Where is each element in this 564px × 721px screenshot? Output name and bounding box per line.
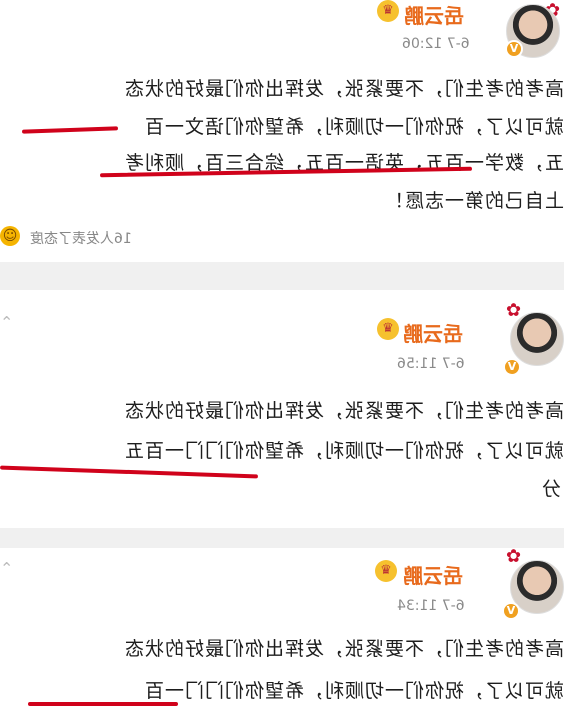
- flower-icon: ✿: [506, 546, 522, 567]
- avatar[interactable]: [510, 312, 564, 366]
- post-text-line: 就可以了，祝你们一切顺利，希望你们门门一百五: [123, 440, 564, 462]
- post-text-line: 就可以了，祝你们一切顺利，希望你们门门一百: [143, 680, 564, 702]
- crown-icon: ♛: [377, 318, 399, 340]
- chevron-down-icon[interactable]: ⌄: [0, 558, 13, 577]
- crown-icon: ♛: [375, 560, 397, 582]
- verified-badge-icon: V: [503, 358, 521, 376]
- post-divider: [0, 528, 564, 548]
- post-text-line: 上自己的第一志愿！: [383, 190, 564, 212]
- verified-badge-icon: V: [502, 602, 520, 620]
- post-text-line: 高考的考生们，不要紧张，发挥出你们最好的状态: [123, 638, 564, 660]
- post-text-line: 高考的考生们，不要紧张，发挥出你们最好的状态: [123, 400, 564, 422]
- crown-icon: ♛: [377, 0, 399, 22]
- username[interactable]: 岳云鹏: [403, 560, 463, 589]
- post-text-line: 高考的考生们，不要紧张，发挥出你们最好的状态: [123, 78, 564, 100]
- annotation-underline: [0, 465, 258, 479]
- post-card: ⌄ ✿ ✿ V 岳云鹏 ♛ 6-7 11:56 高考的考生们，不要紧张，发挥出你…: [0, 290, 564, 528]
- annotation-underline: [28, 702, 178, 706]
- chevron-down-icon[interactable]: ⌄: [0, 312, 13, 331]
- post-divider: [0, 262, 564, 290]
- post-card: ⌄ ✿ ✿ V 岳云鹏 ♛ 6-7 11:34 高考的考生们，不要紧张，发挥出你…: [0, 548, 564, 721]
- smiley-icon: ☺: [0, 226, 20, 246]
- post-time: 6-7 12:06: [402, 36, 470, 52]
- username[interactable]: 岳云鹏: [403, 318, 463, 347]
- annotation-underline: [21, 126, 119, 134]
- post-time: 6-7 11:56: [397, 356, 465, 372]
- verified-badge-icon: V: [505, 40, 523, 58]
- post-text-line: 分: [542, 478, 562, 500]
- likes-count[interactable]: 16人发表了态度: [30, 228, 132, 248]
- username[interactable]: 岳云鹏: [404, 0, 464, 29]
- post-time: 6-7 11:34: [397, 598, 465, 614]
- post-text-line: 就可以了，祝你们一切顺利，希望你们语文一百: [143, 116, 564, 138]
- post-card: ✿ V 岳云鹏 ♛ 6-7 12:06 高考的考生们，不要紧张，发挥出你们最好的…: [0, 0, 564, 262]
